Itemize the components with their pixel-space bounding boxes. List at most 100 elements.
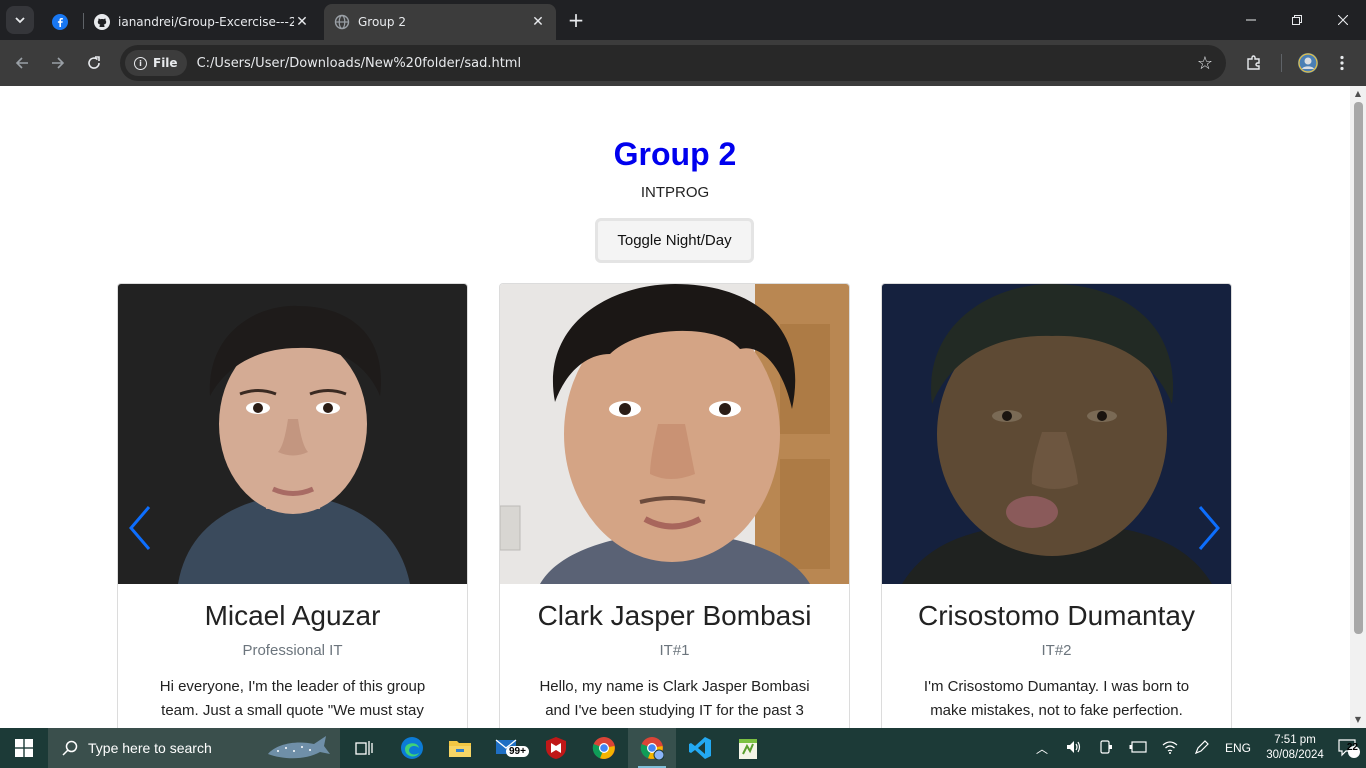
taskbar-chrome[interactable] [580,728,628,768]
taskbar-notepad-plus[interactable] [724,728,772,768]
taskbar-chrome-profile[interactable] [628,728,676,768]
restore-button[interactable] [1274,0,1320,40]
chrome-icon [592,737,615,759]
minimize-button[interactable] [1228,0,1274,40]
reload-button[interactable] [80,49,108,77]
member-card: Clark Jasper Bombasi IT#1 Hello, my name… [499,283,850,728]
window-controls [1228,0,1366,40]
carousel-prev-button[interactable] [125,503,155,553]
profile-button[interactable] [1294,49,1322,77]
page-subtitle: INTPROG [640,184,710,201]
clock[interactable]: 7:51 pm 30/08/2024 [1258,733,1332,763]
taskbar-file-explorer[interactable] [436,728,484,768]
carousel-next-button[interactable] [1194,503,1224,553]
facebook-icon [52,14,68,30]
close-window-button[interactable] [1320,0,1366,40]
scroll-down-icon[interactable]: ▼ [1353,715,1363,725]
member-photo-bombasi [500,284,849,584]
member-name: Crisostomo Dumantay [918,600,1195,631]
page-scrollbar[interactable]: ▲ ▼ [1350,86,1366,728]
address-bar[interactable]: i File C:/Users/User/Downloads/New%20fol… [120,45,1226,81]
new-tab-button[interactable]: + [564,8,588,32]
globe-icon [334,14,350,30]
page-viewport: Group 2 INTPROG Toggle Night/Day Micael … [0,86,1350,728]
scroll-up-icon[interactable]: ▲ [1353,89,1363,99]
close-icon[interactable]: ✕ [294,14,310,30]
notification-center-button[interactable]: 22 [1332,738,1366,758]
browser-toolbar: i File C:/Users/User/Downloads/New%20fol… [0,40,1366,86]
member-bio: Hello, my name is Clark Jasper Bombasi a… [539,678,810,728]
site-info-label: File [153,56,178,70]
edge-icon [401,737,423,759]
whale-shark-icon [268,736,330,759]
forward-button[interactable] [44,49,72,77]
chevron-up-icon[interactable]: ︿ [1026,740,1058,757]
wifi-icon[interactable] [1154,740,1186,757]
reload-icon [88,56,100,69]
tab-github[interactable]: ianandrei/Group-Excercise---2- ✕ [84,4,320,40]
taskbar-mcafee[interactable] [532,728,580,768]
tab-search-button[interactable] [6,6,34,34]
more-vert-icon [1340,55,1344,71]
search-icon [62,740,78,756]
extensions-button[interactable] [1240,49,1268,77]
page-title: Group 2 [613,136,737,172]
member-name: Micael Aguzar [204,600,381,631]
close-icon [1338,15,1348,25]
task-view-icon [355,741,373,755]
taskbar-mail[interactable]: 99+ [484,728,532,768]
puzzle-icon [1247,55,1260,70]
start-button[interactable] [0,728,48,768]
mcafee-shield-icon [546,737,566,759]
search-placeholder: Type here to search [88,740,212,756]
close-icon[interactable]: ✕ [530,14,546,30]
language-indicator[interactable]: ENG [1218,741,1258,755]
windows-taskbar: Type here to search 99+ ︿ ENG 7:51 pm 30… [0,728,1366,768]
battery-icon[interactable] [1122,740,1154,756]
site-info-chip[interactable]: i File [125,50,187,76]
avatar [1298,53,1318,73]
vscode-icon [689,737,711,759]
chevron-left-icon [129,506,151,550]
url-text[interactable]: C:/Users/User/Downloads/New%20folder/sad… [197,56,1190,71]
member-role: Professional IT [242,642,343,659]
windows-logo-icon [15,739,33,757]
member-card: Crisostomo Dumantay IT#2 I'm Crisostomo … [881,283,1232,728]
taskbar-vscode[interactable] [676,728,724,768]
notification-count: 22 [1346,742,1358,753]
chevron-right-icon [1198,506,1220,550]
toggle-night-day-button[interactable]: Toggle Night/Day [595,218,754,263]
info-icon: i [134,56,147,70]
volume-icon[interactable] [1058,740,1090,757]
folder-icon [449,741,471,757]
arrow-left-icon [15,57,28,69]
member-card: Micael Aguzar Professional IT Hi everyon… [117,283,468,728]
member-name: Clark Jasper Bombasi [537,600,812,631]
member-role: IT#1 [659,642,690,659]
member-bio: I'm Crisostomo Dumantay. I was born to m… [923,678,1190,719]
notepad-icon [739,739,757,759]
member-photo-aguzar [118,284,467,584]
chrome-icon [640,737,664,760]
meet-now-icon[interactable] [1090,739,1122,757]
portrait-image [882,284,1231,584]
taskbar-edge[interactable] [388,728,436,768]
portrait-image [118,284,467,584]
taskbar-search[interactable]: Type here to search [48,728,340,768]
github-icon [94,14,110,30]
bookmark-star-icon[interactable]: ☆ [1190,53,1220,74]
member-photo-dumantay [882,284,1231,584]
tab-group-2[interactable]: Group 2 ✕ [324,4,556,40]
mail-badge: 99+ [506,746,529,757]
scroll-thumb[interactable] [1354,102,1363,634]
portrait-image [500,284,849,584]
arrow-right-icon [52,57,65,69]
tab-title: Group 2 [358,15,406,29]
member-bio: Hi everyone, I'm the leader of this grou… [159,678,426,719]
task-view-button[interactable] [340,728,388,768]
menu-button[interactable] [1328,49,1356,77]
back-button[interactable] [8,49,36,77]
pen-icon[interactable] [1186,739,1218,758]
tab-strip: ianandrei/Group-Excercise---2- ✕ Group 2… [0,0,1366,40]
tab-facebook[interactable] [40,4,80,40]
